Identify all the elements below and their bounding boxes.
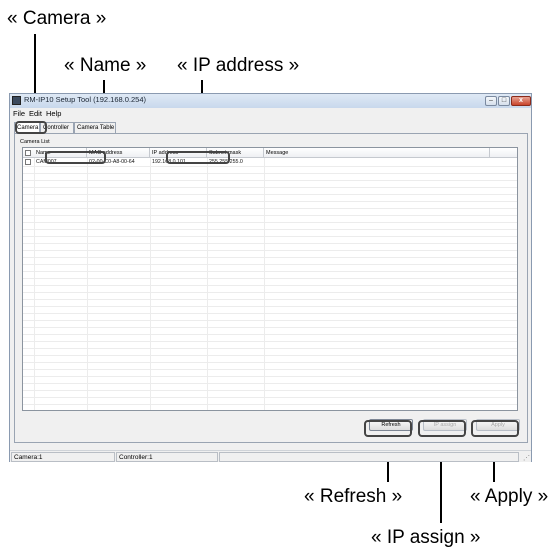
status-empty-pane	[219, 452, 519, 462]
menu-help-label: Help	[46, 109, 62, 118]
grid-row-line	[23, 215, 517, 216]
column-message[interactable]: Message	[264, 148, 490, 158]
apply-button[interactable]: Apply	[476, 419, 520, 431]
callout-name: « Name »	[64, 55, 147, 76]
column-name[interactable]: Name	[34, 148, 87, 158]
grid-row-line	[23, 292, 517, 293]
grid-row-line	[23, 299, 517, 300]
table-row[interactable]: CAM007 02-00-C0-A8-00-64 192.168.0.101 2…	[23, 159, 517, 166]
column-ip-address[interactable]: IP address	[150, 148, 207, 158]
status-camera-count: Camera:1	[11, 452, 115, 462]
cell-ip-address: 192.168.0.101	[152, 159, 186, 163]
grid-row-line	[23, 208, 517, 209]
grid-row-line	[23, 271, 517, 272]
table-header: Name MAC address IP address Subnet mask …	[23, 148, 517, 158]
grid-row-line	[23, 194, 517, 195]
grid-row-line	[23, 243, 517, 244]
grid-row-line	[23, 383, 517, 384]
setup-tool-window: RM-IP10 Setup Tool (192.168.0.254) – □ x…	[9, 93, 532, 462]
callout-ip-assign: « IP assign »	[371, 527, 481, 548]
grid-row-line	[23, 306, 517, 307]
callout-ip-address: « IP address »	[177, 55, 300, 76]
menu-edit-label: Edit	[29, 109, 42, 118]
grid-row-line	[23, 327, 517, 328]
title-bar: RM-IP10 Setup Tool (192.168.0.254) – □ x	[10, 94, 531, 108]
callout-refresh: « Refresh »	[304, 486, 403, 507]
grid-row-line	[23, 166, 517, 167]
tab-camera-table[interactable]: Camera Table	[74, 122, 116, 133]
cell-mac-address: 02-00-C0-A8-00-64	[89, 159, 135, 165]
grid-row-line	[23, 173, 517, 174]
grid-row-line	[23, 362, 517, 363]
select-all-checkbox[interactable]	[25, 150, 31, 156]
grid-row-line	[23, 397, 517, 398]
grid-row-line	[23, 348, 517, 349]
row-select-checkbox[interactable]	[25, 159, 31, 165]
grid-row-line	[23, 236, 517, 237]
camera-tab-panel: Camera List Name MAC address IP address …	[14, 133, 528, 443]
column-subnet-mask[interactable]: Subnet mask	[207, 148, 264, 158]
app-icon	[12, 96, 21, 105]
callout-camera: « Camera »	[7, 8, 107, 29]
grid-row-line	[23, 250, 517, 251]
camera-list-label: Camera List	[20, 139, 50, 145]
grid-row-line	[23, 369, 517, 370]
grid-row-line	[23, 355, 517, 356]
menu-edit[interactable]: Edit	[29, 109, 42, 118]
grid-row-line	[23, 229, 517, 230]
grid-row-line	[23, 222, 517, 223]
callout-apply: « Apply »	[470, 486, 549, 507]
cell-name: CAM007	[36, 159, 57, 163]
window-title: RM-IP10 Setup Tool (192.168.0.254)	[24, 95, 147, 104]
grid-row-line	[23, 285, 517, 286]
grid-row-line	[23, 320, 517, 321]
grid-row-line	[23, 390, 517, 391]
camera-list-table[interactable]: Name MAC address IP address Subnet mask …	[22, 147, 518, 411]
maximize-button[interactable]: □	[498, 96, 510, 106]
ip-assign-button[interactable]: IP assign	[423, 419, 467, 431]
grid-row-line	[23, 334, 517, 335]
tab-controller[interactable]: Controller	[40, 122, 74, 133]
grid-row-line	[23, 278, 517, 279]
tab-camera[interactable]: Camera	[14, 122, 40, 133]
grid-row-line	[23, 376, 517, 377]
status-controller-count: Controller:1	[116, 452, 218, 462]
grid-row-line	[23, 201, 517, 202]
grid-row-line	[23, 404, 517, 405]
refresh-button[interactable]: Refresh	[369, 419, 413, 431]
menu-help[interactable]: Help	[46, 109, 61, 118]
cell-subnet-mask: 255.255.255.0	[209, 159, 243, 165]
menu-file-label: File	[13, 109, 26, 118]
grid-row-line	[23, 264, 517, 265]
grid-row-line	[23, 180, 517, 181]
status-bar: Camera:1 Controller:1 ⋰	[10, 450, 531, 462]
grid-row-line	[23, 187, 517, 188]
menu-file[interactable]: File	[13, 109, 25, 118]
resize-grip-icon[interactable]: ⋰	[523, 454, 530, 462]
column-mac-address[interactable]: MAC address	[87, 148, 150, 158]
grid-row-line	[23, 257, 517, 258]
minimize-button[interactable]: –	[485, 96, 497, 106]
grid-row-line	[23, 313, 517, 314]
close-button[interactable]: x	[511, 96, 531, 106]
grid-row-line	[23, 341, 517, 342]
menu-bar: File Edit Help	[10, 108, 531, 119]
